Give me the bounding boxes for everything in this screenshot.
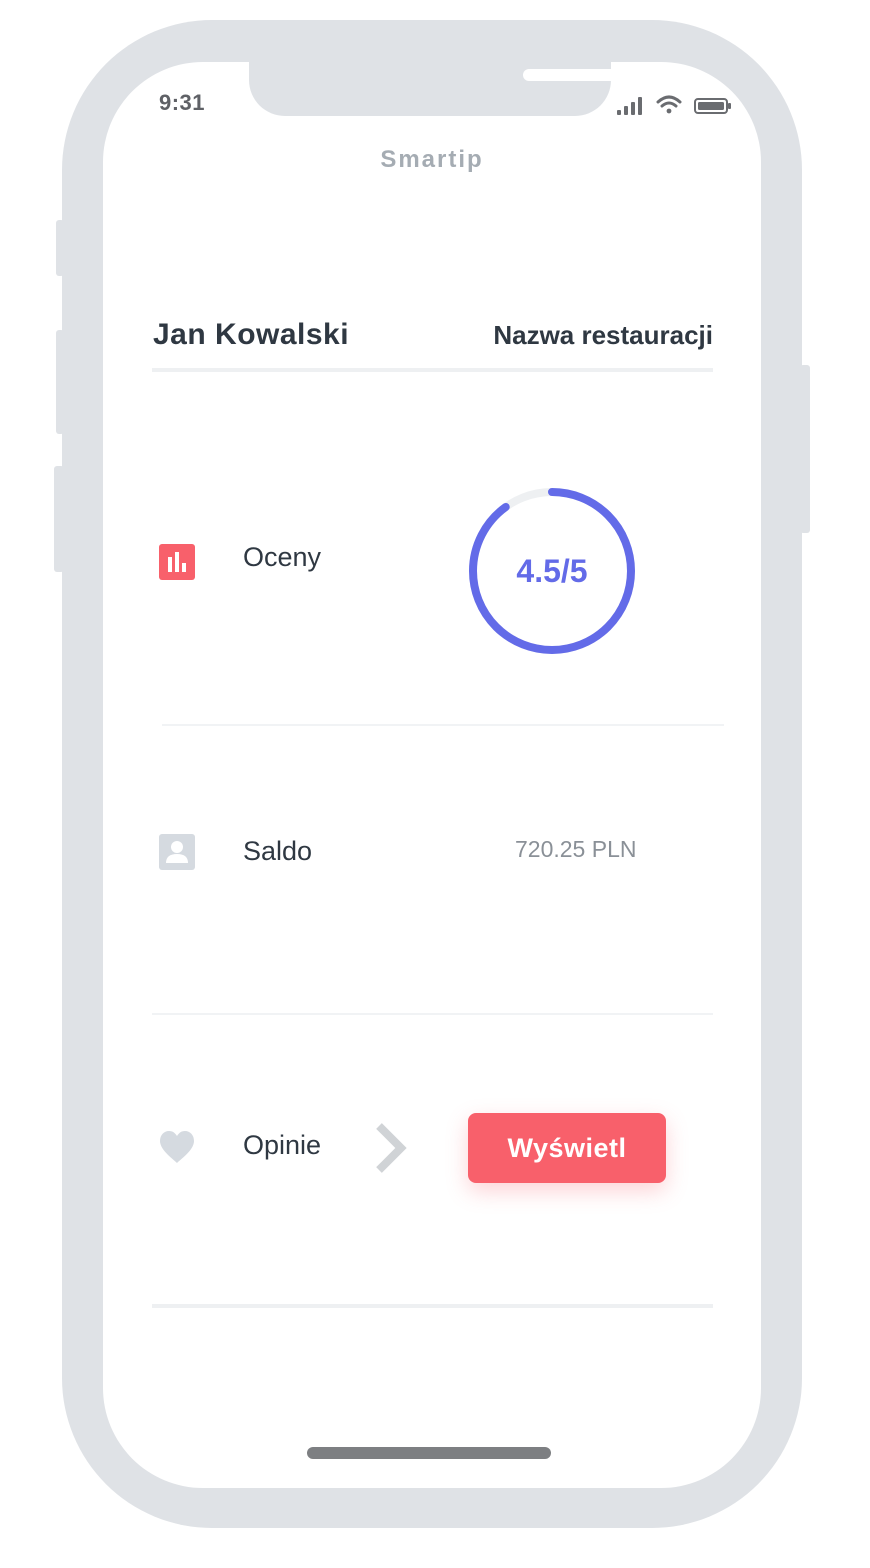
reviews-label: Opinie xyxy=(243,1130,322,1160)
notch xyxy=(249,62,678,116)
app-title: Smartip xyxy=(380,146,484,173)
rating-value: 4.5/5 xyxy=(516,553,588,589)
device-mockup: 9:31 Smartip Jan Kowalski Nazwa restaura… xyxy=(0,0,870,1568)
home-indicator[interactable] xyxy=(307,1447,551,1459)
bar-chart-icon xyxy=(159,544,195,580)
restaurant-name: Nazwa restauracji xyxy=(493,320,713,350)
view-reviews-button[interactable]: Wyświetl xyxy=(468,1113,666,1183)
wifi-icon xyxy=(656,95,682,114)
ratings-divider xyxy=(162,724,724,726)
user-icon xyxy=(159,834,195,870)
speaker-grille xyxy=(523,69,633,81)
ratings-label: Oceny xyxy=(243,542,322,572)
battery-icon xyxy=(694,98,731,114)
status-icons xyxy=(617,95,731,115)
balance-value: 720.25 PLN xyxy=(515,836,637,862)
status-time: 9:31 xyxy=(159,90,206,115)
balance-label: Saldo xyxy=(243,836,313,866)
header-divider xyxy=(152,368,713,372)
phone-screen: 9:31 Smartip Jan Kowalski Nazwa restaura… xyxy=(103,62,761,1488)
chevron-right-icon[interactable] xyxy=(373,1120,409,1176)
reviews-divider xyxy=(152,1304,713,1308)
front-camera xyxy=(654,63,678,87)
user-name: Jan Kowalski xyxy=(153,318,350,351)
signal-icon xyxy=(617,97,642,115)
balance-divider xyxy=(152,1013,713,1015)
heart-icon xyxy=(160,1131,194,1163)
